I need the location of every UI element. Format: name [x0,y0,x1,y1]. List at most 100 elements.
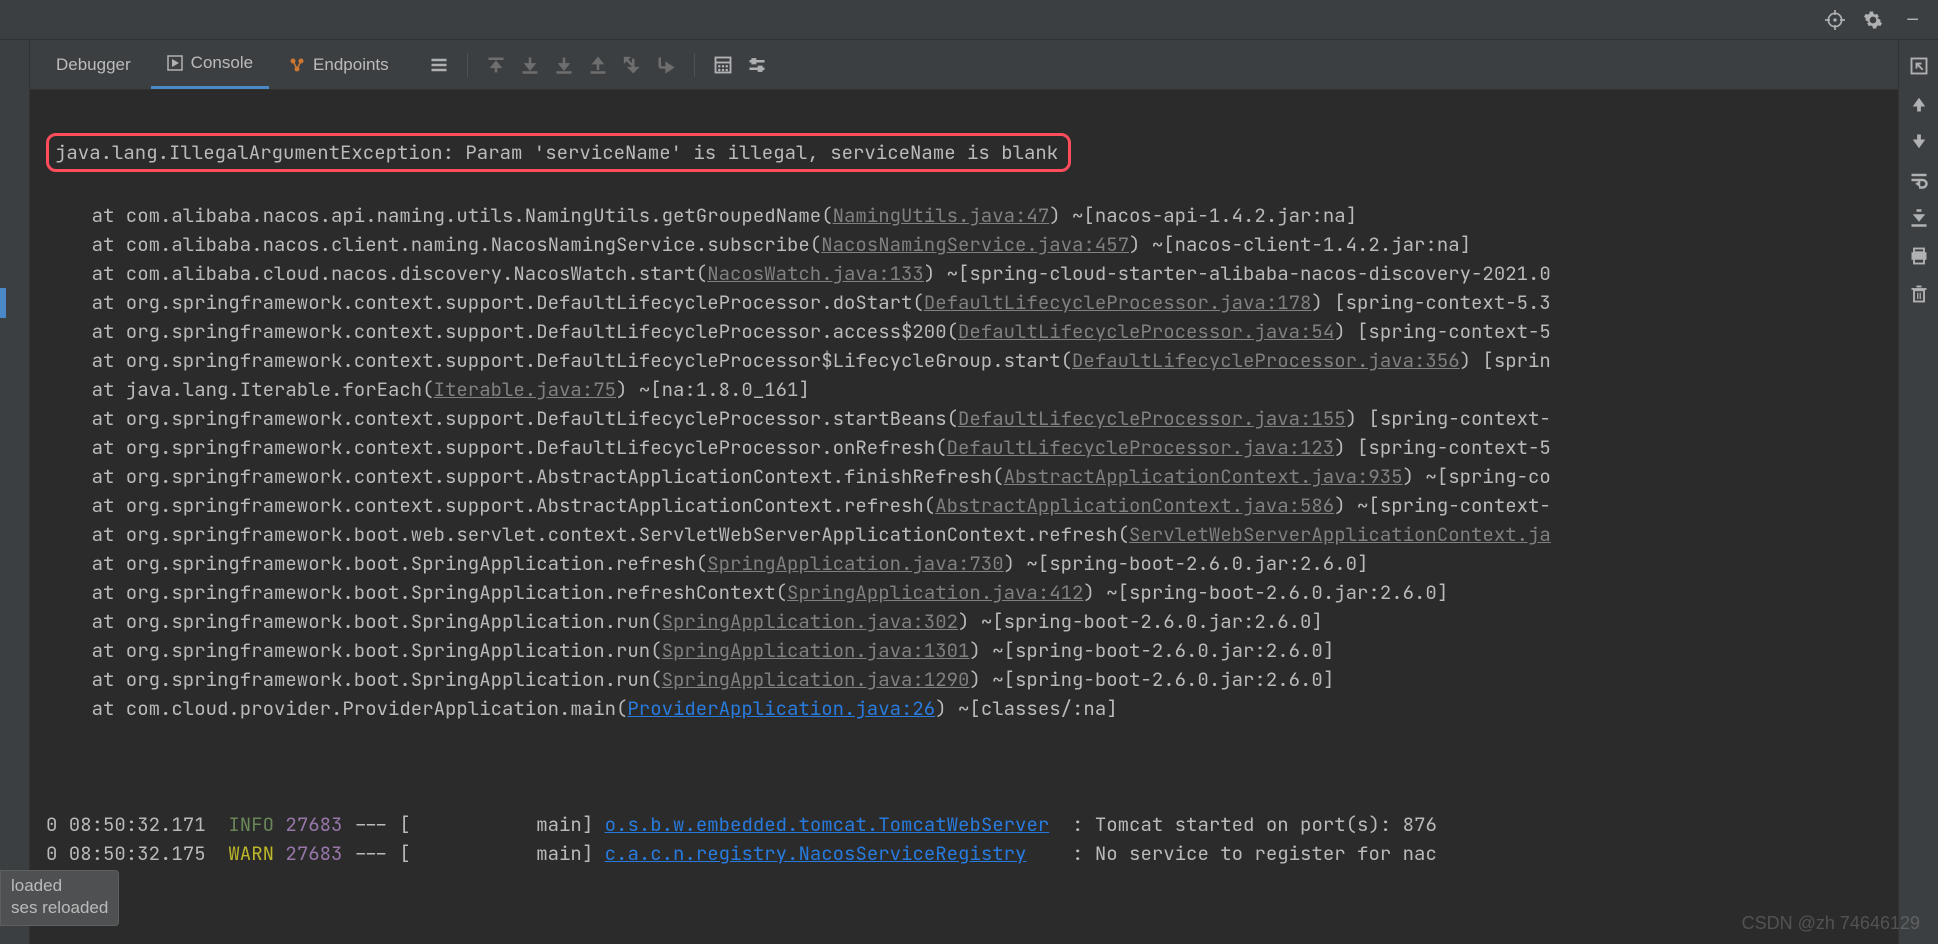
wrap-icon[interactable] [1909,170,1929,190]
source-link[interactable]: Iterable.java:75 [434,377,616,402]
stack-prefix: at java.lang.Iterable.forEach( [46,377,434,402]
stack-prefix: at org.springframework.boot.SpringApplic… [46,551,707,576]
source-link[interactable]: NamingUtils.java:47 [833,203,1050,228]
down-right-icon[interactable] [656,55,676,75]
source-link[interactable]: DefaultLifecycleProcessor.java:123 [947,435,1335,460]
log-logger[interactable]: c.a.c.n.registry.NacosServiceRegistry [605,839,1027,868]
stack-suffix: ) ~[classes/:na] [935,696,1117,721]
left-gutter [0,40,30,944]
stack-line: at org.springframework.context.support.D… [46,346,1882,375]
notification-popup[interactable]: loaded ses reloaded [0,870,119,926]
title-bar: — [0,0,1938,40]
arrow-down-icon[interactable] [1909,132,1929,152]
stack-line: at org.springframework.context.support.D… [46,288,1882,317]
trash-icon[interactable] [1909,284,1929,304]
source-link[interactable]: SpringApplication.java:302 [662,609,958,634]
stack-line: at org.springframework.boot.SpringApplic… [46,636,1882,665]
log-thread: main] [411,810,605,839]
stack-suffix: ) ~[spring-boot-2.6.0.jar:2.6.0] [969,638,1334,663]
log-level: INFO [228,810,274,839]
source-link[interactable]: SpringApplication.java:1290 [662,667,970,692]
sliders-icon[interactable] [747,55,767,75]
stack-line: at org.springframework.context.support.D… [46,317,1882,346]
stack-prefix: at org.springframework.context.support.D… [46,348,1072,373]
tab-endpoints[interactable]: Endpoints [273,40,405,89]
main-panel: Debugger Console Endpoints [30,40,1898,944]
tab-label: Console [191,53,253,73]
source-link[interactable]: DefaultLifecycleProcessor.java:178 [924,290,1312,315]
source-link[interactable]: NacosWatch.java:133 [707,261,924,286]
stack-line: at com.alibaba.nacos.api.naming.utils.Na… [46,201,1882,230]
up-from-line-icon[interactable] [588,55,608,75]
stack-suffix: ) [spring-context-5 [1334,319,1551,344]
list-icon[interactable] [429,55,449,75]
stack-prefix: at com.alibaba.nacos.api.naming.utils.Na… [46,203,833,228]
console-icon [167,55,183,71]
source-link[interactable]: ProviderApplication.java:26 [627,696,935,721]
source-link[interactable]: SpringApplication.java:412 [787,580,1083,605]
stack-line: at org.springframework.context.support.D… [46,404,1882,433]
stack-line: at org.springframework.context.support.A… [46,462,1882,491]
stack-prefix: at com.alibaba.nacos.client.naming.Nacos… [46,232,821,257]
calculator-icon[interactable] [713,55,733,75]
up-to-line-icon[interactable] [486,55,506,75]
debug-tool-window: Debugger Console Endpoints [0,40,1938,944]
log-time: 0 08:50:32.175 [46,839,228,868]
stack-suffix: ) ~[spring-boot-2.6.0.jar:2.6.0] [969,667,1334,692]
stack-prefix: at org.springframework.context.support.D… [46,435,947,460]
expand-icon[interactable] [1909,56,1929,76]
log-line: 0 08:50:32.171 INFO 27683 --- [ main] o.… [46,810,1882,839]
stack-suffix: ) ~[spring-boot-2.6.0.jar:2.6.0] [1083,580,1448,605]
endpoints-icon [289,57,305,73]
tab-label: Debugger [56,55,131,75]
stack-line: at com.alibaba.cloud.nacos.discovery.Nac… [46,259,1882,288]
log-logger[interactable]: o.s.b.w.embedded.tomcat.TomcatWebServer [605,810,1050,839]
stack-line: at org.springframework.boot.SpringApplic… [46,665,1882,694]
stack-suffix: ) ~[spring-context- [1334,493,1551,518]
scroll-to-end-icon[interactable] [1909,208,1929,228]
stack-line: at org.springframework.boot.SpringApplic… [46,607,1882,636]
notify-line1: loaded [11,875,108,897]
down-to-line-icon[interactable] [520,55,540,75]
stack-line: at java.lang.Iterable.forEach(Iterable.j… [46,375,1882,404]
tab-debugger[interactable]: Debugger [40,40,147,89]
source-link[interactable]: NacosNamingService.java:457 [821,232,1129,257]
stack-suffix: ) ~[spring-cloud-starter-alibaba-nacos-d… [924,261,1551,286]
stack-prefix: at org.springframework.boot.SpringApplic… [46,580,787,605]
down-to-line-icon-2[interactable] [554,55,574,75]
stack-suffix: ) ~[nacos-client-1.4.2.jar:na] [1129,232,1471,257]
source-link[interactable]: ServletWebServerApplicationContext.ja [1129,522,1551,547]
stack-suffix: ) ~[spring-co [1403,464,1551,489]
target-icon[interactable] [1825,10,1845,30]
source-link[interactable]: DefaultLifecycleProcessor.java:54 [958,319,1334,344]
cross-arrow-icon[interactable] [622,55,642,75]
minimize-icon[interactable]: — [1907,8,1918,31]
source-link[interactable]: SpringApplication.java:1301 [662,638,970,663]
stack-prefix: at org.springframework.boot.web.servlet.… [46,522,1129,547]
source-link[interactable]: DefaultLifecycleProcessor.java:155 [958,406,1346,431]
stack-prefix: at com.alibaba.cloud.nacos.discovery.Nac… [46,261,707,286]
arrow-up-icon[interactable] [1909,94,1929,114]
log-time: 0 08:50:32.171 [46,810,228,839]
right-rail [1898,40,1938,944]
notify-line2: ses reloaded [11,897,108,919]
stack-suffix: ) [spring-context-5.3 [1311,290,1550,315]
source-link[interactable]: SpringApplication.java:730 [707,551,1003,576]
stack-prefix: at org.springframework.boot.SpringApplic… [46,609,662,634]
gear-icon[interactable] [1863,10,1883,30]
console-output[interactable]: java.lang.IllegalArgumentException: Para… [30,90,1898,944]
stack-line: at org.springframework.boot.SpringApplic… [46,549,1882,578]
stack-line: at org.springframework.boot.web.servlet.… [46,520,1882,549]
tab-console[interactable]: Console [151,40,269,89]
stack-suffix: ) [spring-context- [1346,406,1551,431]
print-icon[interactable] [1909,246,1929,266]
stack-suffix: ) ~[na:1.8.0_161] [616,377,810,402]
source-link[interactable]: AbstractApplicationContext.java:586 [935,493,1334,518]
stack-prefix: at org.springframework.boot.SpringApplic… [46,638,662,663]
source-link[interactable]: DefaultLifecycleProcessor.java:356 [1072,348,1460,373]
source-link[interactable]: AbstractApplicationContext.java:935 [1004,464,1403,489]
log-message: : No service to register for nac [1026,839,1436,868]
log-level: WARN [228,839,274,868]
gutter-marker [0,288,6,318]
exception-highlight: java.lang.IllegalArgumentException: Para… [46,133,1071,172]
